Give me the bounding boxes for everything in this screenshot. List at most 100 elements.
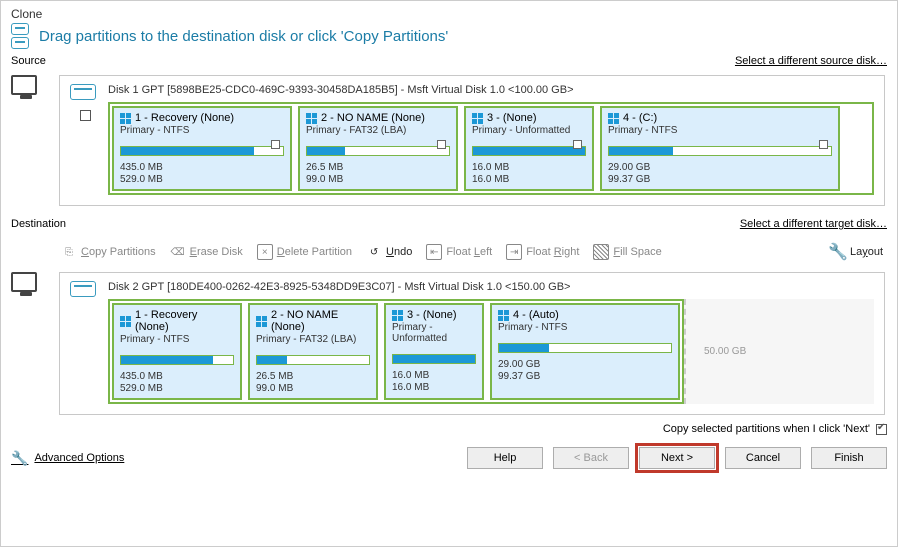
windows-icon (306, 113, 317, 124)
source-disk-panel: Disk 1 GPT [5898BE25-CDC0-469C-9393-3045… (59, 75, 885, 206)
partition-fs: Primary - NTFS (608, 125, 832, 136)
monitor-icon (11, 272, 37, 292)
usage-bar (472, 146, 586, 156)
float-right-icon: ⇥ (506, 244, 522, 260)
source-label: Source (11, 55, 46, 67)
float-left-icon: ⇤ (426, 244, 442, 260)
partition[interactable]: 4 - (Auto)Primary - NTFS 29.00 GB99.37 GB (490, 303, 680, 400)
copy-icon: ⎘ (61, 244, 77, 260)
windows-icon (392, 310, 403, 321)
delete-partition-button[interactable]: ×Delete Partition (257, 244, 352, 260)
partition-fs: Primary - NTFS (120, 334, 234, 345)
cancel-button[interactable]: Cancel (725, 447, 801, 469)
resize-handle-icon[interactable] (437, 140, 446, 149)
partition[interactable]: 3 - (None)Primary - Unformatted 16.0 MB16… (384, 303, 484, 400)
fill-space-button[interactable]: Fill Space (593, 244, 661, 260)
usage-bar (498, 343, 672, 353)
used-size: 26.5 MB (306, 162, 343, 174)
destination-label: Destination (11, 218, 66, 230)
partition-fs: Primary - Unformatted (472, 125, 586, 136)
windows-icon (120, 316, 131, 327)
windows-icon (608, 113, 619, 124)
total-size: 529.0 MB (120, 383, 163, 395)
windows-icon (472, 113, 483, 124)
source-disk-checkbox[interactable] (80, 110, 91, 121)
partition-title: 3 - (None) (487, 112, 537, 124)
total-size: 16.0 MB (472, 174, 509, 186)
partition-fs: Primary - NTFS (498, 322, 672, 333)
copy-on-next-checkbox[interactable] (876, 424, 887, 435)
partition-fs: Primary - Unformatted (392, 322, 476, 344)
select-source-link[interactable]: Select a different source disk… (735, 55, 887, 67)
destination-disk-panel: Disk 2 GPT [180DE400-0262-42E3-8925-5348… (59, 272, 885, 415)
float-right-button[interactable]: ⇥Float Right (506, 244, 579, 260)
back-button: < Back (553, 447, 629, 469)
usage-bar (392, 354, 476, 364)
copy-on-next-label: Copy selected partitions when I click 'N… (663, 423, 870, 435)
total-size: 529.0 MB (120, 174, 163, 186)
partition-title: 4 - (Auto) (513, 309, 559, 321)
erase-disk-button[interactable]: ⌫Erase Disk (170, 244, 243, 260)
wrench-icon: 🔧 (830, 244, 846, 260)
total-size: 99.0 MB (256, 383, 293, 395)
used-size: 29.00 GB (608, 162, 650, 174)
windows-icon (120, 113, 131, 124)
total-size: 99.37 GB (498, 371, 540, 383)
disk-icon (70, 281, 96, 297)
partition[interactable]: 2 - NO NAME (None)Primary - FAT32 (LBA) 2… (298, 106, 458, 191)
used-size: 16.0 MB (472, 162, 509, 174)
partition[interactable]: 1 - Recovery (None)Primary - NTFS435.0 M… (112, 303, 242, 400)
select-target-link[interactable]: Select a different target disk… (740, 218, 887, 230)
help-button[interactable]: Help (467, 447, 543, 469)
disk-icon (70, 84, 96, 100)
layout-button[interactable]: 🔧Layout (830, 244, 883, 260)
partition-fs: Primary - FAT32 (LBA) (256, 334, 370, 345)
partition[interactable]: 3 - (None)Primary - Unformatted 16.0 MB16… (464, 106, 594, 191)
total-size: 16.0 MB (392, 382, 429, 394)
partition-title: 3 - (None) (407, 309, 457, 321)
partition-fs: Primary - FAT32 (LBA) (306, 125, 450, 136)
usage-bar (608, 146, 832, 156)
page-title: Clone (11, 7, 887, 21)
partition[interactable]: 1 - Recovery (None)Primary - NTFS 435.0 M… (112, 106, 292, 191)
partition-title: 1 - Recovery (None) (135, 112, 234, 124)
free-space[interactable]: 50.00 GB (684, 299, 874, 404)
used-size: 16.0 MB (392, 370, 429, 382)
used-size: 435.0 MB (120, 371, 163, 383)
resize-handle-icon[interactable] (819, 140, 828, 149)
partition-fs: Primary - NTFS (120, 125, 284, 136)
destination-disk-header: Disk 2 GPT [180DE400-0262-42E3-8925-5348… (108, 281, 874, 293)
advanced-options-link[interactable]: 🔧 Advanced Options (11, 450, 124, 467)
resize-handle-icon[interactable] (573, 140, 582, 149)
erase-icon: ⌫ (170, 244, 186, 260)
undo-button[interactable]: ↺Undo (366, 244, 412, 260)
partition[interactable]: 2 - NO NAME (None)Primary - FAT32 (LBA) 2… (248, 303, 378, 400)
usage-bar (256, 355, 370, 365)
monitor-icon (11, 75, 37, 95)
used-size: 26.5 MB (256, 371, 293, 383)
usage-bar (306, 146, 450, 156)
partition-title: 2 - NO NAME (None) (321, 112, 425, 124)
float-left-button[interactable]: ⇤Float Left (426, 244, 492, 260)
fill-icon (593, 244, 609, 260)
finish-button[interactable]: Finish (811, 447, 887, 469)
next-button[interactable]: Next > (639, 447, 715, 469)
delete-icon: × (257, 244, 273, 260)
banner-text: Drag partitions to the destination disk … (39, 28, 448, 45)
used-size: 29.00 GB (498, 359, 540, 371)
partition-title: 4 - (C:) (623, 112, 657, 124)
used-size: 435.0 MB (120, 162, 163, 174)
drive-stack-icon (11, 23, 33, 49)
wrench-icon: 🔧 (11, 450, 28, 467)
undo-icon: ↺ (366, 244, 382, 260)
toolbar: ⎘Copy Partitions ⌫Erase Disk ×Delete Par… (59, 238, 885, 266)
total-size: 99.37 GB (608, 174, 650, 186)
windows-icon (498, 310, 509, 321)
total-size: 99.0 MB (306, 174, 343, 186)
copy-partitions-button[interactable]: ⎘Copy Partitions (61, 244, 156, 260)
windows-icon (256, 316, 267, 327)
partition[interactable]: 4 - (C:)Primary - NTFS 29.00 GB99.37 GB (600, 106, 840, 191)
usage-bar (120, 355, 234, 365)
partition-title: 2 - NO NAME (None) (271, 309, 370, 333)
resize-handle-icon[interactable] (271, 140, 280, 149)
